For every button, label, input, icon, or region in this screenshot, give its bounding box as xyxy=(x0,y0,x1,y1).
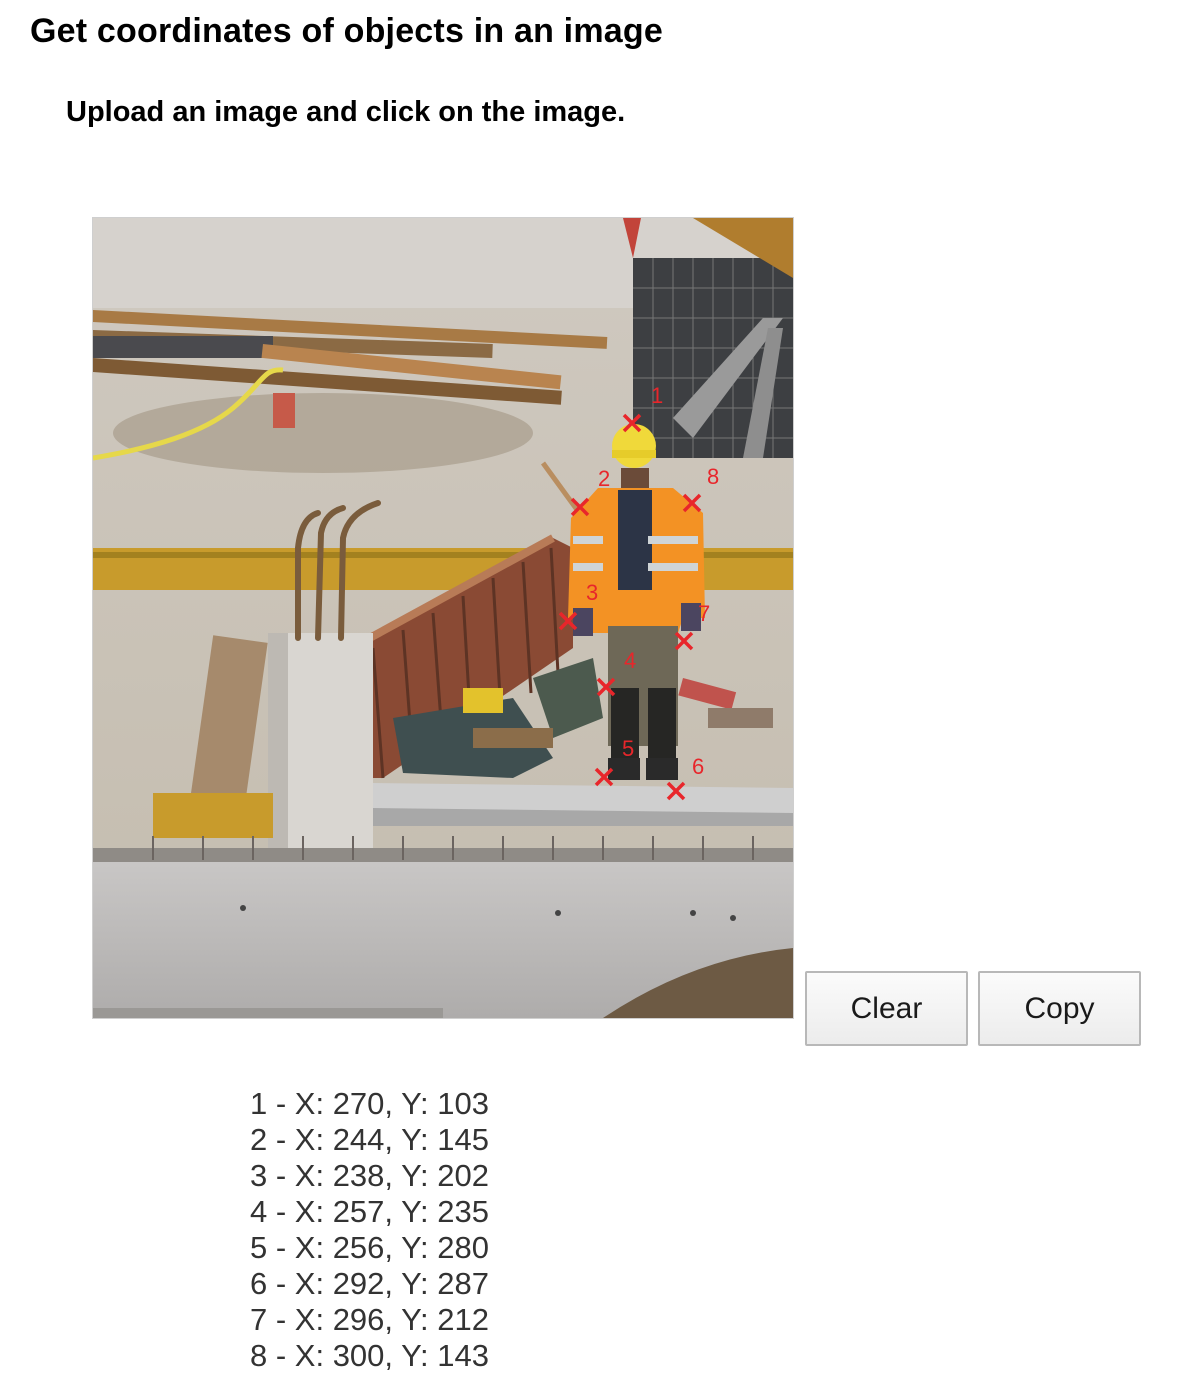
coordinate-entry: 1 - X: 270, Y: 103 xyxy=(250,1086,489,1121)
coordinate-entry: 4 - X: 257, Y: 235 xyxy=(250,1194,489,1229)
copy-button[interactable]: Copy xyxy=(978,971,1141,1046)
coordinate-entry: 8 - X: 300, Y: 143 xyxy=(250,1338,489,1373)
uploaded-image[interactable]: 1 2 3 4 5 6 7 8 xyxy=(92,217,794,1019)
svg-text:8: 8 xyxy=(707,464,719,489)
page-title: Get coordinates of objects in an image xyxy=(30,12,663,50)
coordinate-entry: 7 - X: 296, Y: 212 xyxy=(250,1302,489,1337)
svg-text:7: 7 xyxy=(698,601,710,626)
coordinate-entry: 5 - X: 256, Y: 280 xyxy=(250,1230,489,1265)
svg-text:6: 6 xyxy=(692,754,704,779)
coordinates-list: 1 - X: 270, Y: 103 2 - X: 244, Y: 145 3 … xyxy=(250,1086,489,1374)
coordinate-entry: 2 - X: 244, Y: 145 xyxy=(250,1122,489,1157)
svg-text:1: 1 xyxy=(651,383,663,408)
svg-text:2: 2 xyxy=(598,466,610,491)
instruction-text: Upload an image and click on the image. xyxy=(66,96,626,128)
clear-button[interactable]: Clear xyxy=(805,971,968,1046)
svg-text:5: 5 xyxy=(622,736,634,761)
svg-text:3: 3 xyxy=(586,580,598,605)
coordinate-entry: 3 - X: 238, Y: 202 xyxy=(250,1158,489,1193)
coordinate-entry: 6 - X: 292, Y: 287 xyxy=(250,1266,489,1301)
svg-text:4: 4 xyxy=(624,648,636,673)
